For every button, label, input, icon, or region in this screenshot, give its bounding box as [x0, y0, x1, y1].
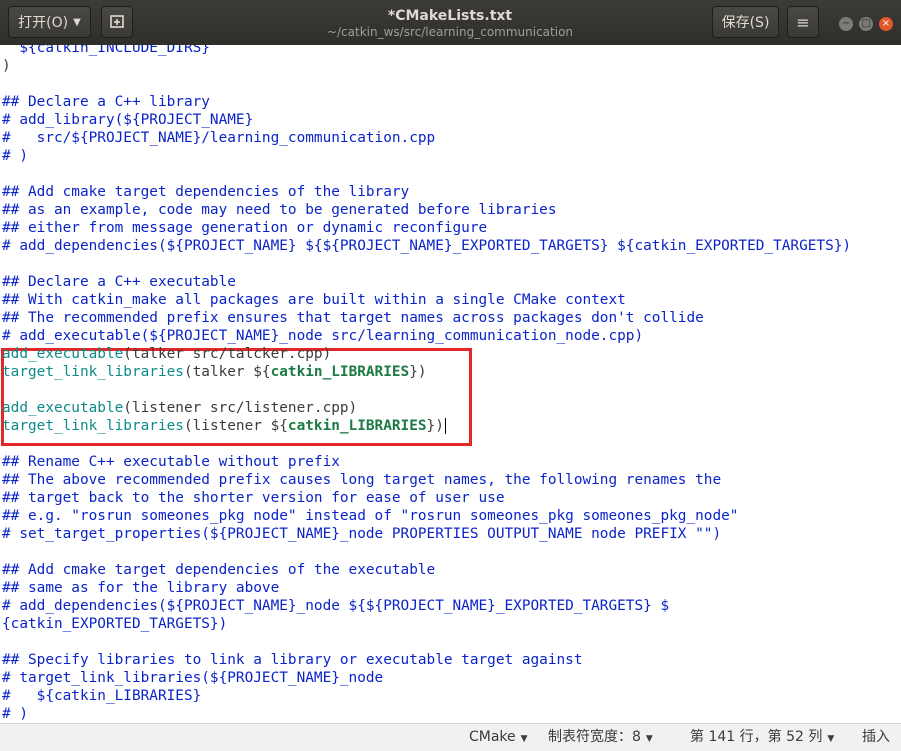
code-token: # ${catkin_LIBRARIES} — [2, 688, 202, 704]
code-token: ## e.g. "rosrun someones_pkg node" inste… — [2, 508, 739, 524]
language-selector[interactable]: CMake ▼ — [469, 728, 528, 748]
code-token: (talker ${ — [183, 364, 271, 380]
code-line: {catkin_EXPORTED_TARGETS}) — [2, 615, 227, 633]
code-line: target_link_libraries(talker ${catkin_LI… — [2, 363, 427, 381]
code-line: ## The above recommended prefix causes l… — [2, 471, 721, 489]
code-line: # ) — [2, 147, 28, 165]
code-token: ## Specify libraries to link a library o… — [2, 652, 583, 668]
code-line: # add_dependencies(${PROJECT_NAME} ${${P… — [2, 237, 851, 255]
code-token: # src/${PROJECT_NAME}/learning_communica… — [2, 130, 436, 146]
code-line: target_link_libraries(listener ${catkin_… — [2, 417, 446, 435]
maximize-icon[interactable]: □ — [859, 17, 873, 31]
code-token: target_link_libraries — [2, 364, 184, 380]
save-button[interactable]: 保存(S) — [712, 6, 779, 38]
code-token: # add_executable(${PROJECT_NAME}_node sr… — [2, 328, 644, 344]
insert-mode-indicator: 插入 — [862, 729, 890, 745]
code-line: ## target back to the shorter version fo… — [2, 489, 505, 507]
code-line: # set_target_properties(${PROJECT_NAME}_… — [2, 525, 721, 543]
code-line: ## Declare a C++ library — [2, 93, 210, 111]
code-token: # add_dependencies(${PROJECT_NAME}_node … — [2, 598, 670, 614]
code-line: # ${catkin_LIBRARIES} — [2, 687, 201, 705]
chevron-down-icon: ▼ — [645, 734, 653, 744]
cursor-position-label: 第 141 行，第 52 列 — [690, 729, 823, 745]
code-line: add_executable(listener src/listener.cpp… — [2, 399, 357, 417]
code-token: catkin_LIBRARIES — [287, 418, 427, 434]
code-token: ## The above recommended prefix causes l… — [2, 472, 722, 488]
code-line: ## Specify libraries to link a library o… — [2, 651, 582, 669]
code-token: # target_link_libraries(${PROJECT_NAME}_… — [2, 670, 384, 686]
minimize-icon[interactable]: − — [839, 17, 853, 31]
code-token: ## Add cmake target dependencies of the … — [2, 184, 410, 200]
code-line: # add_dependencies(${PROJECT_NAME}_node … — [2, 597, 669, 615]
header-bar: 打开(O) ▼ *CMakeLists.txt ~/catkin_ws/src/… — [0, 0, 901, 45]
code-token: # add_library(${PROJECT_NAME} — [2, 112, 254, 128]
open-button[interactable]: 打开(O) ▼ — [8, 6, 91, 38]
document-path: ~/catkin_ws/src/learning_communication — [326, 25, 574, 39]
code-line: # add_executable(${PROJECT_NAME}_node sr… — [2, 327, 643, 345]
code-token: # set_target_properties(${PROJECT_NAME}_… — [2, 526, 722, 542]
chevron-down-icon: ▼ — [827, 734, 835, 744]
code-line: ${catkin_INCLUDE_DIRS} — [2, 45, 210, 57]
code-token: (talker src/talcker.cpp) — [123, 346, 332, 362]
code-token: (listener ${ — [183, 418, 288, 434]
code-line: ## Rename C++ executable without prefix — [2, 453, 340, 471]
code-token: ${catkin_INCLUDE_DIRS} — [2, 45, 210, 56]
code-line: # add_library(${PROJECT_NAME} — [2, 111, 253, 129]
text-cursor — [444, 418, 446, 434]
cursor-position-selector[interactable]: 第 141 行，第 52 列 ▼ — [690, 728, 834, 748]
chevron-down-icon: ▼ — [73, 16, 81, 28]
code-line: ## Add cmake target dependencies of the … — [2, 183, 409, 201]
code-token: # ) — [2, 148, 28, 164]
code-token: {catkin_EXPORTED_TARGETS}) — [2, 616, 228, 632]
code-token: ## With catkin_make all packages are bui… — [2, 292, 626, 308]
code-token: (listener src/listener.cpp) — [123, 400, 358, 416]
new-document-button[interactable] — [101, 6, 133, 38]
code-editor[interactable]: ${catkin_INCLUDE_DIRS}) ## Declare a C++ … — [0, 45, 901, 723]
hamburger-menu-icon: ≡ — [796, 12, 810, 32]
code-line: ## either from message generation or dyn… — [2, 219, 487, 237]
code-token: add_executable — [2, 400, 124, 416]
code-token: ## Declare a C++ executable — [2, 274, 236, 290]
code-token: }) — [426, 418, 444, 434]
code-token: ## Declare a C++ library — [2, 94, 210, 110]
menu-button[interactable]: ≡ — [787, 6, 819, 38]
code-token: ## target back to the shorter version fo… — [2, 490, 505, 506]
code-token: catkin_LIBRARIES — [270, 364, 410, 380]
code-token: # ) — [2, 706, 28, 722]
code-line: ## as an example, code may need to be ge… — [2, 201, 557, 219]
tab-width-label: 制表符宽度：8 — [548, 729, 641, 745]
close-icon[interactable]: × — [879, 17, 893, 31]
code-token: ## Rename C++ executable without prefix — [2, 454, 340, 470]
chevron-down-icon: ▼ — [520, 734, 528, 744]
code-token: ## The recommended prefix ensures that t… — [2, 310, 704, 326]
code-token: }) — [409, 364, 427, 380]
code-token: add_executable — [2, 346, 124, 362]
code-line: ## The recommended prefix ensures that t… — [2, 309, 704, 327]
document-title: *CMakeLists.txt — [387, 8, 513, 24]
code-token: ) — [2, 58, 11, 74]
code-line: # target_link_libraries(${PROJECT_NAME}_… — [2, 669, 383, 687]
code-line: ## e.g. "rosrun someones_pkg node" inste… — [2, 507, 738, 525]
code-token: ## as an example, code may need to be ge… — [2, 202, 557, 218]
code-line: ## With catkin_make all packages are bui… — [2, 291, 626, 309]
code-line: # ) — [2, 705, 28, 723]
tab-width-selector[interactable]: 制表符宽度：8 ▼ — [548, 728, 653, 748]
code-line: ## same as for the library above — [2, 579, 279, 597]
code-token: ## same as for the library above — [2, 580, 280, 596]
code-token: target_link_libraries — [2, 418, 184, 434]
open-button-label: 打开(O) — [18, 15, 69, 31]
code-token: ## either from message generation or dyn… — [2, 220, 488, 236]
code-line: ) — [2, 57, 11, 75]
code-line: ## Add cmake target dependencies of the … — [2, 561, 435, 579]
code-line: # src/${PROJECT_NAME}/learning_communica… — [2, 129, 435, 147]
pin-icon — [110, 15, 124, 28]
code-line: add_executable(talker src/talcker.cpp) — [2, 345, 331, 363]
window-title: *CMakeLists.txt ~/catkin_ws/src/learning… — [300, 7, 600, 40]
code-token: # add_dependencies(${PROJECT_NAME} ${${P… — [2, 238, 852, 254]
code-token: ## Add cmake target dependencies of the … — [2, 562, 436, 578]
language-label: CMake — [469, 729, 516, 745]
code-line: ## Declare a C++ executable — [2, 273, 236, 291]
status-bar: CMake ▼ 制表符宽度：8 ▼ 第 141 行，第 52 列 ▼ 插入 — [0, 723, 901, 751]
